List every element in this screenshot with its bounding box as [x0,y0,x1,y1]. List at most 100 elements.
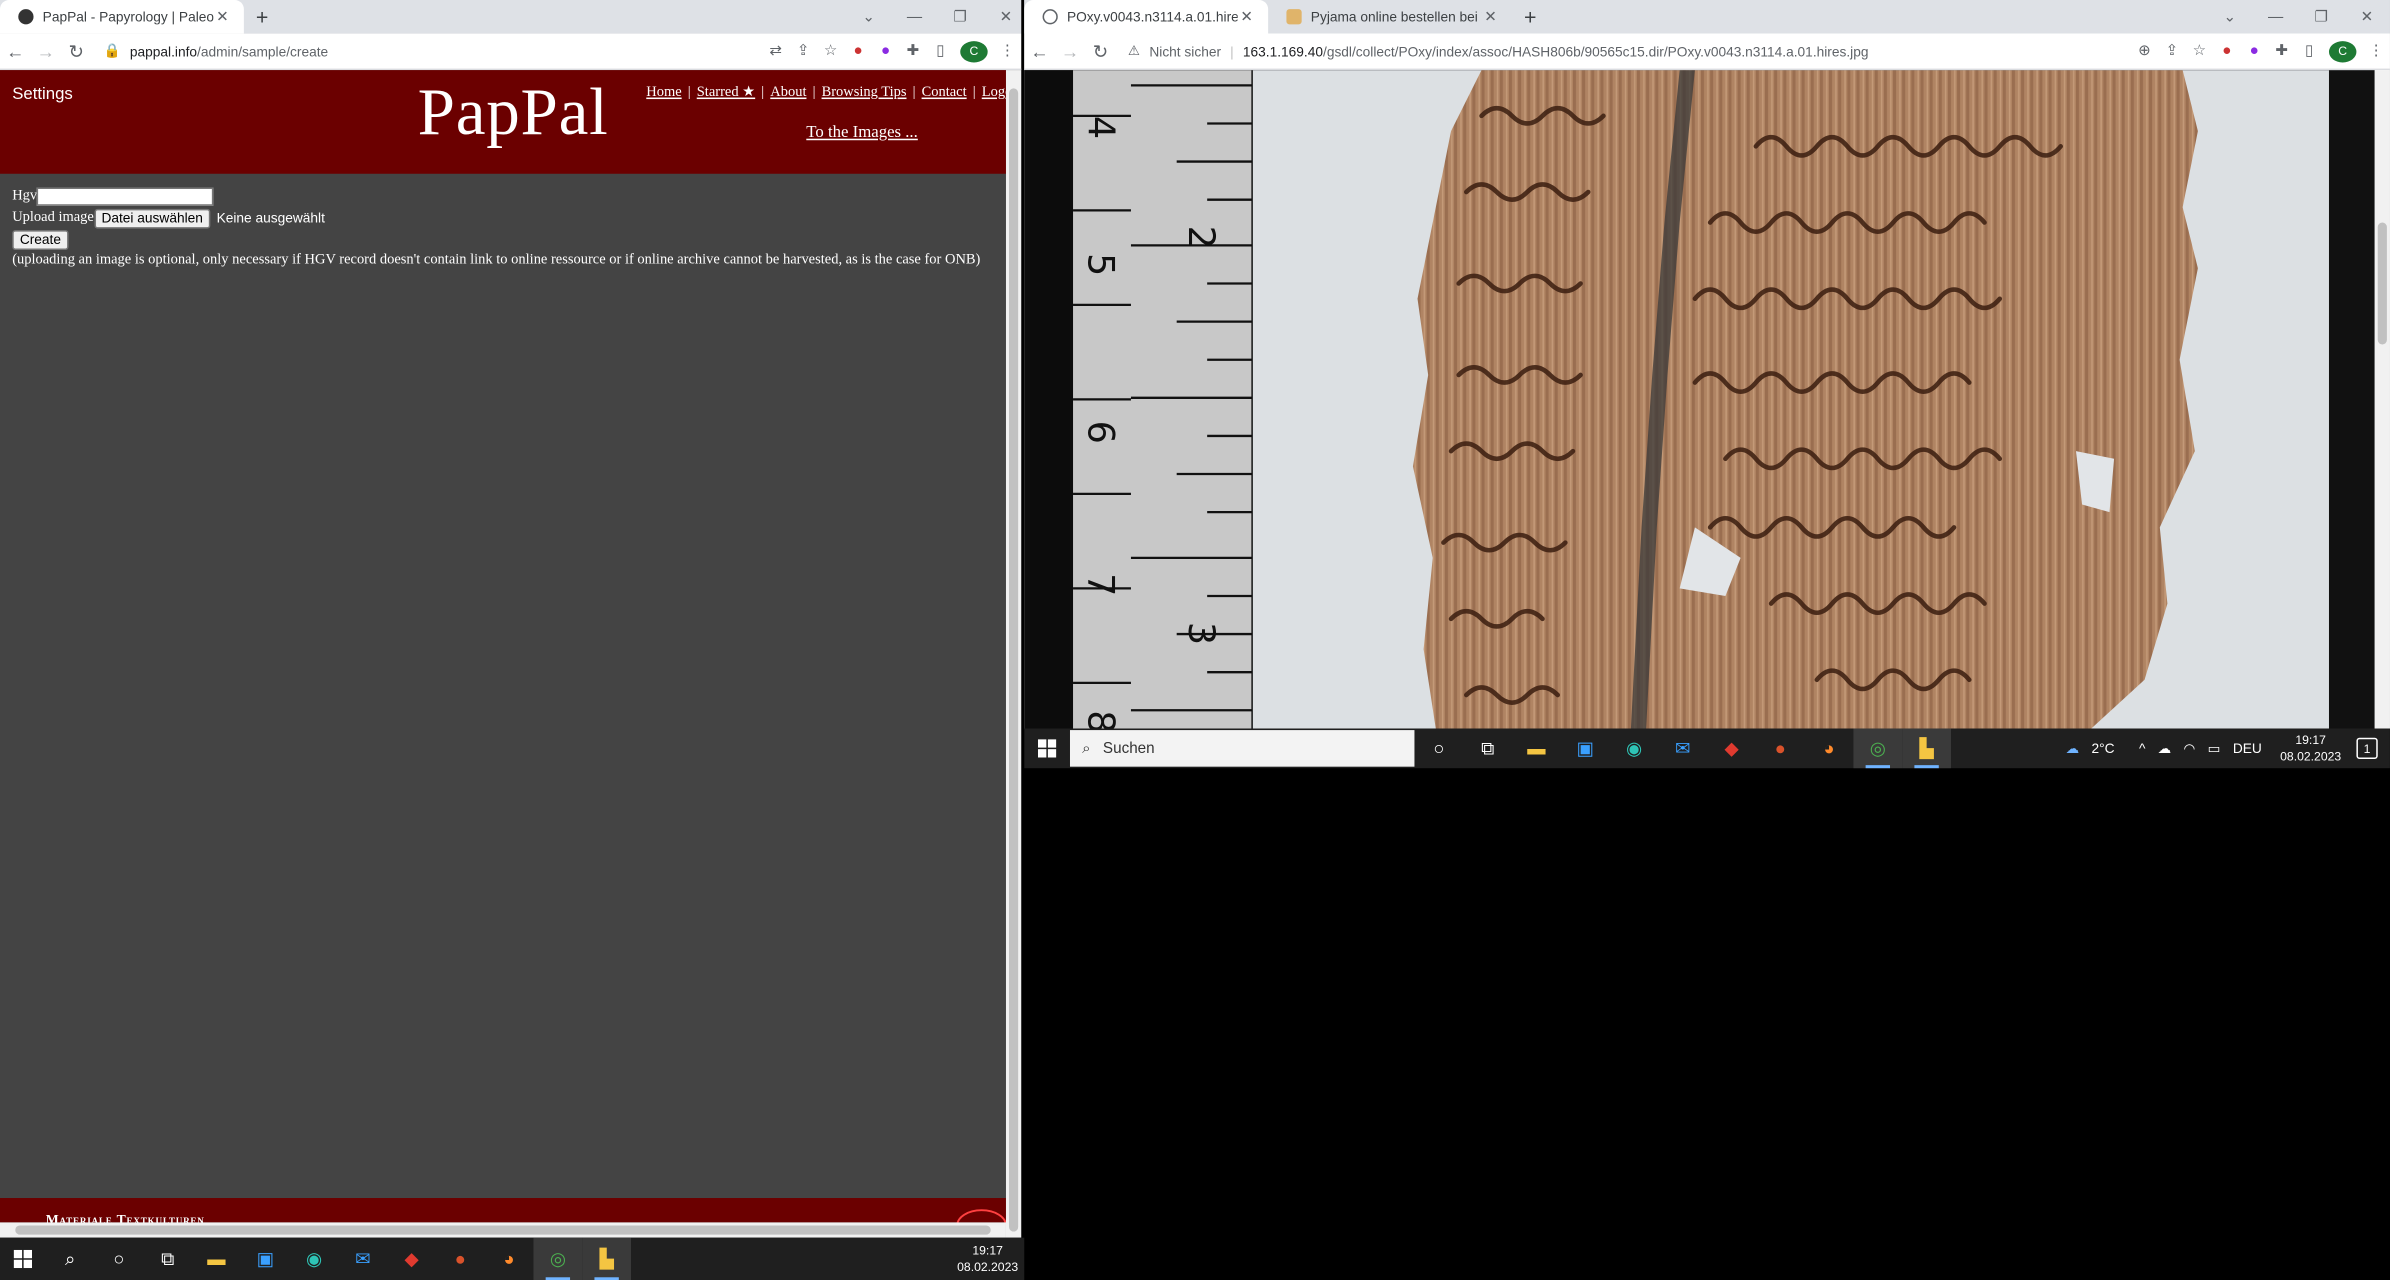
taskbar-search-box[interactable]: ⌕ Suchen [1069,730,1415,767]
edge-icon[interactable]: ◉ [1610,729,1659,769]
right-tab-strip: POxy.v0043.n3114.a.01.hires.jpg ✕ Pyjama… [1024,0,2390,34]
nav-home[interactable]: Home [646,85,681,100]
close-tab-icon[interactable]: ✕ [1238,8,1256,25]
top-clock[interactable]: 19:17 08.02.2023 [2280,732,2341,766]
minimize-button[interactable]: — [2253,8,2299,25]
share-icon[interactable]: ⇪ [790,43,817,60]
mail-icon[interactable]: ✉ [338,1238,387,1280]
address-bar[interactable]: ⚠ Nicht sicher | 163.1.169.40/gsdl/colle… [1128,43,2131,60]
tray-chevron-icon[interactable]: ^ [2139,741,2145,756]
nav-about[interactable]: About [770,85,806,100]
hgv-input[interactable] [37,187,214,206]
firefox-icon[interactable]: ◕ [485,1238,534,1280]
restore-button[interactable]: ❐ [2298,8,2344,25]
network-icon[interactable]: ◠ [2184,740,2196,757]
close-window-button[interactable]: ✕ [983,8,1029,25]
security-status[interactable]: Nicht sicher [1149,43,1221,58]
tab-tchibo[interactable]: Pyjama online bestellen bei Tchib ✕ [1268,0,1512,34]
task-view-icon[interactable]: ⧉ [143,1238,192,1280]
cortana-icon[interactable]: ○ [95,1238,144,1280]
share-icon[interactable]: ⇪ [2158,43,2185,60]
papyrus-fragment [1412,70,2198,729]
address-bar[interactable]: 🔒 pappal.info/admin/sample/create [104,43,762,60]
weather-temp[interactable]: 2°C [2092,741,2115,756]
horizontal-scrollbar[interactable] [0,1222,1006,1238]
explorer-window-icon[interactable]: ▙ [582,1237,632,1280]
extensions-puzzle-icon[interactable]: ✚ [2268,43,2295,60]
menu-kebab-icon[interactable]: ⋮ [994,43,1021,60]
powerpoint-icon[interactable]: ● [436,1238,485,1280]
tab-papyrus-image[interactable]: POxy.v0043.n3114.a.01.hires.jpg ✕ [1024,0,1269,34]
extension-icon[interactable]: ● [872,43,899,60]
bookmark-star-icon[interactable]: ☆ [2186,43,2213,60]
left-toolbar-icons: ⇄ ⇪ ☆ ● ● ✚ ▯ C ⋮ [762,40,1021,62]
to-the-images-link[interactable]: To the Images ... [806,123,918,141]
menu-kebab-icon[interactable]: ⋮ [2363,43,2390,60]
tab-title: PapPal - Papyrology | Paleograph [42,9,214,25]
vertical-scrollbar[interactable] [1005,70,1022,1238]
weather-icon[interactable]: ☁ [2066,740,2080,757]
file-explorer-icon[interactable]: ▬ [192,1238,241,1280]
forward-icon[interactable]: → [1055,40,1085,61]
bottom-clock[interactable]: 19:17 08.02.2023 [957,1242,1018,1276]
search-placeholder: Suchen [1102,739,1155,757]
edge-icon[interactable]: ◉ [290,1238,339,1280]
forward-icon[interactable]: → [30,40,60,61]
extension-icon[interactable]: ● [2213,43,2240,60]
extension-icon[interactable]: ● [2241,43,2268,60]
zoom-icon[interactable]: ⊕ [2131,43,2158,60]
back-icon[interactable]: ← [0,40,30,61]
search-icon[interactable]: ⌕ [46,1238,95,1280]
acrobat-icon[interactable]: ◆ [387,1238,436,1280]
close-tab-icon[interactable]: ✕ [1482,8,1500,25]
windows-start-button[interactable] [0,1249,46,1269]
sidebar-icon[interactable]: ▯ [2295,43,2322,60]
store-icon[interactable]: ▣ [1561,729,1610,769]
extensions-puzzle-icon[interactable]: ✚ [899,43,926,60]
reload-icon[interactable]: ↻ [61,40,91,61]
choose-file-button[interactable]: Datei auswählen [93,208,211,228]
translate-icon[interactable]: ⇄ [762,43,789,60]
close-window-button[interactable]: ✕ [2344,8,2390,25]
nav-starred[interactable]: Starred ★ [697,85,755,100]
close-tab-icon[interactable]: ✕ [213,8,231,25]
nav-contact[interactable]: Contact [922,85,967,100]
file-explorer-icon[interactable]: ▬ [1512,729,1561,769]
svg-text:7: 7 [1079,573,1122,596]
extension-icon[interactable]: ● [844,43,871,60]
firefox-icon[interactable]: ◕ [1805,729,1854,769]
pappal-logo[interactable]: PapPal [418,73,609,151]
clock-time: 19:17 [972,1243,1003,1258]
cortana-icon[interactable]: ○ [1414,729,1463,769]
chrome-icon[interactable]: ◎ [533,1237,583,1280]
task-view-icon[interactable]: ⧉ [1463,729,1512,769]
create-button[interactable]: Create [12,229,69,250]
sidebar-icon[interactable]: ▯ [927,43,954,60]
onedrive-icon[interactable]: ☁ [2158,740,2172,757]
vertical-scrollbar[interactable] [2374,70,2390,729]
settings-link[interactable]: Settings [12,85,73,103]
mail-icon[interactable]: ✉ [1658,729,1707,769]
nav-browsing-tips[interactable]: Browsing Tips [822,85,907,100]
back-icon[interactable]: ← [1024,40,1054,61]
language-indicator[interactable]: DEU [2233,741,2262,756]
bookmark-star-icon[interactable]: ☆ [817,43,844,60]
minimize-button[interactable]: — [892,8,938,25]
restore-button[interactable]: ❐ [937,8,983,25]
powerpoint-icon[interactable]: ● [1756,729,1805,769]
acrobat-icon[interactable]: ◆ [1707,729,1756,769]
tab-search-icon[interactable]: ⌄ [846,8,892,25]
battery-icon[interactable]: ▭ [2208,740,2221,757]
new-tab-button[interactable]: + [1512,0,1549,34]
chrome-icon[interactable]: ◎ [1853,728,1903,769]
new-tab-button[interactable]: + [244,0,281,34]
windows-start-button[interactable] [1024,739,1070,758]
store-icon[interactable]: ▣ [241,1238,290,1280]
profile-avatar[interactable]: C [2328,40,2357,62]
notifications-button[interactable]: 1 [2356,737,2378,760]
explorer-window-icon[interactable]: ▙ [1902,728,1951,769]
reload-icon[interactable]: ↻ [1085,40,1115,61]
tab-pappal[interactable]: PapPal - Papyrology | Paleograph ✕ [0,0,244,34]
tab-search-icon[interactable]: ⌄ [2207,8,2253,25]
profile-avatar[interactable]: C [960,40,988,62]
